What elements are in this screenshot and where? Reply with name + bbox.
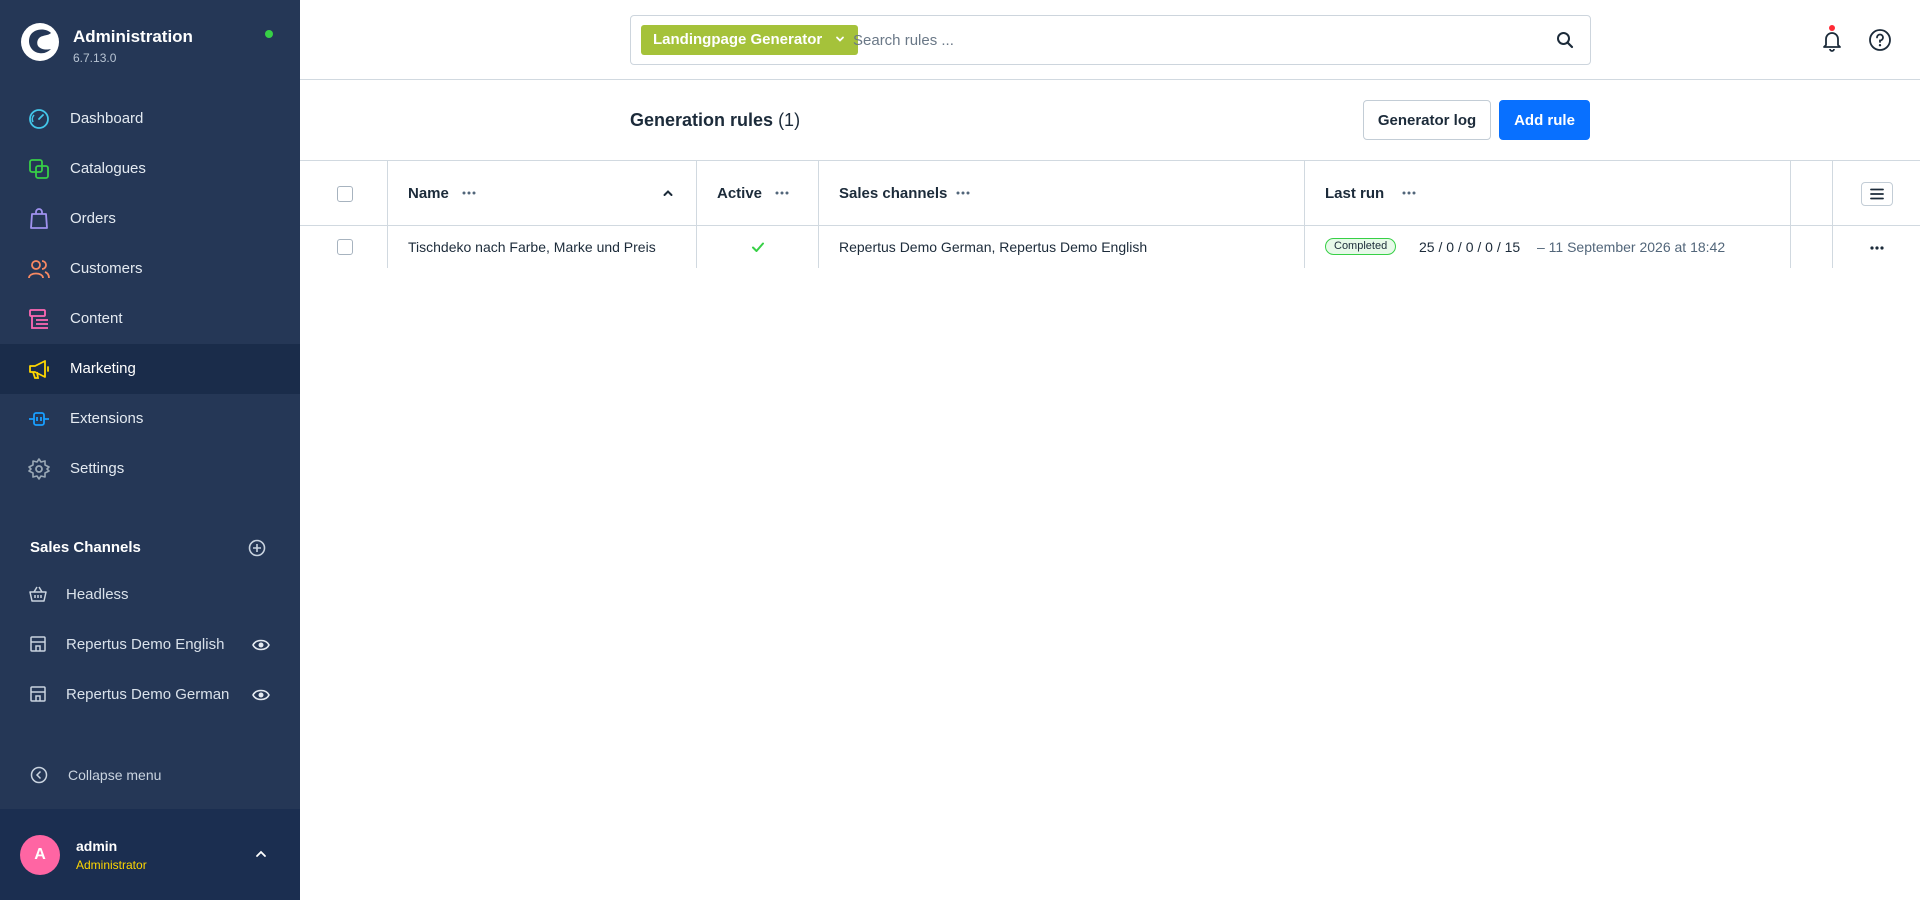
sidebar-item-dashboard[interactable]: Dashboard [0, 94, 300, 144]
sales-channel-item-repertus-demo-english[interactable]: Repertus Demo English [0, 620, 300, 670]
basket-icon [29, 586, 47, 602]
gear-icon [28, 458, 50, 480]
sidebar-item-label: Customers [70, 260, 143, 277]
grid-settings-button[interactable] [1861, 182, 1893, 206]
bell-icon[interactable] [1820, 28, 1844, 52]
sidebar-item-label: Marketing [70, 360, 136, 377]
rule-name-link[interactable]: Tischdeko nach Farbe, Marke und Preis [408, 239, 656, 255]
avatar: A [20, 835, 60, 875]
rule-sales-channels: Repertus Demo German, Repertus Demo Engl… [839, 239, 1148, 255]
generator-log-button[interactable]: Generator log [1363, 100, 1491, 140]
notification-badge [1829, 25, 1835, 31]
search-type-dropdown[interactable]: Landingpage Generator [641, 25, 859, 55]
sidebar: Administration 6.7.13.0 Dashboard Catalo… [0, 0, 300, 900]
sidebar-item-catalogues[interactable]: Catalogues [0, 144, 300, 194]
page-title-text: Generation rules [630, 110, 774, 130]
collapse-menu-button[interactable]: Collapse menu [0, 750, 300, 800]
top-bar: Landingpage Generator [300, 0, 1920, 80]
users-icon [28, 260, 50, 279]
sort-ascending-icon[interactable] [660, 185, 676, 201]
page-header: Generation rules (1) Generator log Add r… [300, 80, 1920, 160]
storefront-icon [30, 686, 46, 702]
row-select-checkbox[interactable] [337, 239, 353, 255]
sidebar-item-label: Dashboard [70, 110, 144, 127]
sidebar-item-label: Catalogues [70, 160, 146, 177]
sidebar-item-settings[interactable]: Settings [0, 444, 300, 494]
chevron-left-circle-icon [30, 766, 48, 784]
page-title-count: (1) [778, 110, 801, 130]
table-row[interactable]: Tischdeko nach Farbe, Marke und Preis Re… [300, 225, 1920, 268]
search-icon[interactable] [1556, 31, 1574, 49]
sidebar-item-marketing[interactable]: Marketing [0, 344, 300, 394]
run-date: – 11 September 2026 at 18:42 [1537, 239, 1726, 255]
help-icon[interactable] [1868, 28, 1892, 52]
sidebar-item-label: Orders [70, 210, 116, 227]
user-name: admin [76, 838, 118, 854]
brand-header: Administration 6.7.13.0 [0, 0, 300, 84]
column-header-active[interactable]: Active [717, 185, 762, 202]
sidebar-item-label: Extensions [70, 410, 144, 427]
column-header-last-run[interactable]: Last run [1325, 185, 1384, 202]
column-header-name[interactable]: Name [408, 185, 449, 202]
eye-icon[interactable] [252, 636, 270, 654]
sales-channel-label: Repertus Demo English [66, 636, 225, 653]
app-version: 6.7.13.0 [73, 51, 117, 65]
chevron-up-icon [256, 850, 266, 857]
plug-icon [29, 412, 49, 426]
catalogue-icon [29, 159, 49, 179]
app-title: Administration [73, 27, 193, 46]
select-all-checkbox[interactable] [337, 186, 353, 202]
status-dot-icon [265, 30, 273, 38]
dashboard-icon [29, 109, 49, 129]
shopware-logo-icon[interactable] [20, 22, 60, 62]
sidebar-item-extensions[interactable]: Extensions [0, 394, 300, 444]
eye-icon[interactable] [252, 686, 270, 704]
megaphone-icon [29, 360, 49, 379]
shopping-bag-icon [30, 208, 48, 229]
row-actions-icon[interactable] [1868, 239, 1886, 257]
search-input[interactable] [853, 26, 1533, 54]
user-menu[interactable]: A admin Administrator [0, 809, 300, 900]
more-horizontal-icon[interactable] [774, 185, 790, 201]
add-rule-button[interactable]: Add rule [1499, 100, 1590, 140]
sales-channel-item-repertus-demo-german[interactable]: Repertus Demo German [0, 670, 300, 720]
more-horizontal-icon[interactable] [955, 185, 971, 201]
search-type-label: Landingpage Generator [653, 31, 823, 48]
sales-channel-label: Repertus Demo German [66, 686, 230, 703]
add-sales-channel-icon[interactable] [248, 539, 266, 557]
sales-channel-item-headless[interactable]: Headless [0, 570, 300, 620]
user-role: Administrator [76, 858, 147, 872]
chevron-down-icon [836, 36, 845, 42]
run-stats: 25 / 0 / 0 / 0 / 15 [1419, 239, 1521, 255]
collapse-menu-label: Collapse menu [68, 767, 162, 783]
more-horizontal-icon[interactable] [461, 185, 477, 201]
sales-channel-label: Headless [66, 586, 129, 603]
list-icon [1870, 188, 1884, 200]
sidebar-item-customers[interactable]: Customers [0, 244, 300, 294]
page-title: Generation rules (1) [630, 110, 800, 131]
content-icon [29, 309, 48, 329]
sidebar-item-label: Content [70, 310, 123, 327]
storefront-icon [30, 636, 46, 652]
sidebar-item-content[interactable]: Content [0, 294, 300, 344]
more-horizontal-icon[interactable] [1401, 185, 1417, 201]
table-header-row: Name Active Sales channels Last run [300, 160, 1920, 225]
sidebar-item-label: Settings [70, 460, 125, 477]
search-bar: Landingpage Generator [630, 15, 1591, 65]
sales-channels-title: Sales Channels [30, 539, 141, 556]
checkmark-icon [752, 242, 764, 252]
status-badge: Completed [1325, 238, 1397, 255]
column-header-sales-channels[interactable]: Sales channels [839, 185, 947, 202]
sidebar-item-orders[interactable]: Orders [0, 194, 300, 244]
